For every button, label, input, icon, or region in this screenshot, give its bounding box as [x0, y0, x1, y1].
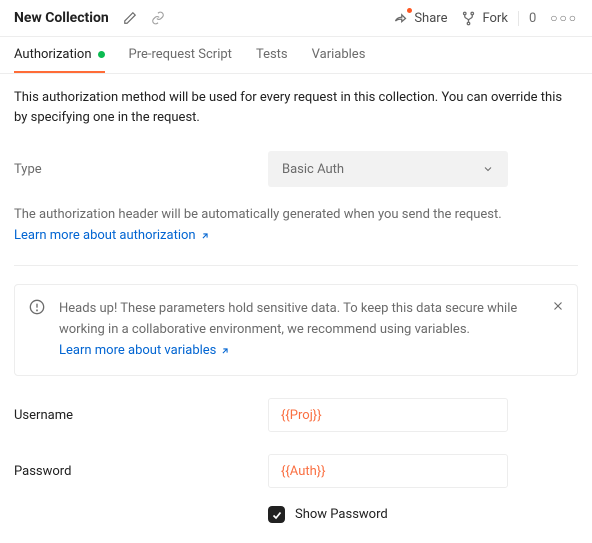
type-label: Type — [14, 162, 268, 177]
password-label: Password — [14, 464, 268, 479]
link-text: Learn more about variables — [59, 341, 216, 362]
fork-icon — [461, 11, 476, 26]
tab-variables[interactable]: Variables — [312, 37, 366, 73]
fork-button[interactable]: Fork 0 — [461, 11, 536, 26]
tab-authorization[interactable]: Authorization — [14, 37, 105, 73]
username-row: Username — [14, 398, 578, 432]
password-row: Password — [14, 454, 578, 488]
link-icon[interactable] — [151, 11, 165, 25]
auto-generated-note: The authorization header will be automat… — [14, 207, 578, 222]
header-bar: New Collection Share Fork 0 ○○○ — [0, 0, 592, 36]
username-label: Username — [14, 408, 268, 423]
header-actions: Share Fork 0 ○○○ — [393, 11, 578, 26]
share-label: Share — [414, 11, 447, 26]
external-link-icon — [200, 231, 210, 241]
authorization-description: This authorization method will be used f… — [14, 88, 578, 127]
edit-icon[interactable] — [123, 11, 137, 25]
authorization-panel: This authorization method will be used f… — [0, 74, 592, 543]
sensitive-data-alert: Heads up! These parameters hold sensitiv… — [14, 284, 578, 376]
status-dot-icon — [98, 51, 105, 58]
show-password-row: Show Password — [268, 506, 578, 523]
learn-more-variables-link[interactable]: Learn more about variables — [59, 341, 230, 362]
type-row: Type Basic Auth — [14, 151, 578, 187]
collection-title[interactable]: New Collection — [14, 10, 109, 26]
share-arrow-icon — [393, 11, 408, 26]
learn-more-authorization-link[interactable]: Learn more about authorization — [14, 228, 210, 243]
tab-label: Variables — [312, 47, 366, 62]
password-input[interactable] — [268, 454, 508, 488]
tab-label: Pre-request Script — [129, 47, 232, 62]
share-button[interactable]: Share — [393, 11, 447, 26]
tab-label: Tests — [256, 47, 288, 62]
auth-type-select[interactable]: Basic Auth — [268, 151, 508, 187]
close-alert-button[interactable] — [551, 299, 565, 313]
link-text: Learn more about authorization — [14, 228, 196, 243]
fork-label: Fork — [482, 11, 507, 26]
username-input[interactable] — [268, 398, 508, 432]
tab-tests[interactable]: Tests — [256, 37, 288, 73]
tab-pre-request-script[interactable]: Pre-request Script — [129, 37, 232, 73]
tabs-bar: Authorization Pre-request Script Tests V… — [0, 36, 592, 74]
alert-info-icon — [29, 299, 45, 315]
chevron-down-icon — [482, 163, 494, 175]
divider — [14, 265, 578, 266]
external-link-icon — [220, 346, 230, 356]
show-password-checkbox[interactable] — [268, 506, 285, 523]
fork-count: 0 — [518, 11, 536, 26]
more-options-button[interactable]: ○○○ — [550, 11, 578, 25]
auth-type-value: Basic Auth — [282, 162, 344, 177]
tab-label: Authorization — [14, 47, 92, 62]
show-password-label: Show Password — [295, 507, 388, 522]
alert-text: Heads up! These parameters hold sensitiv… — [59, 301, 517, 337]
